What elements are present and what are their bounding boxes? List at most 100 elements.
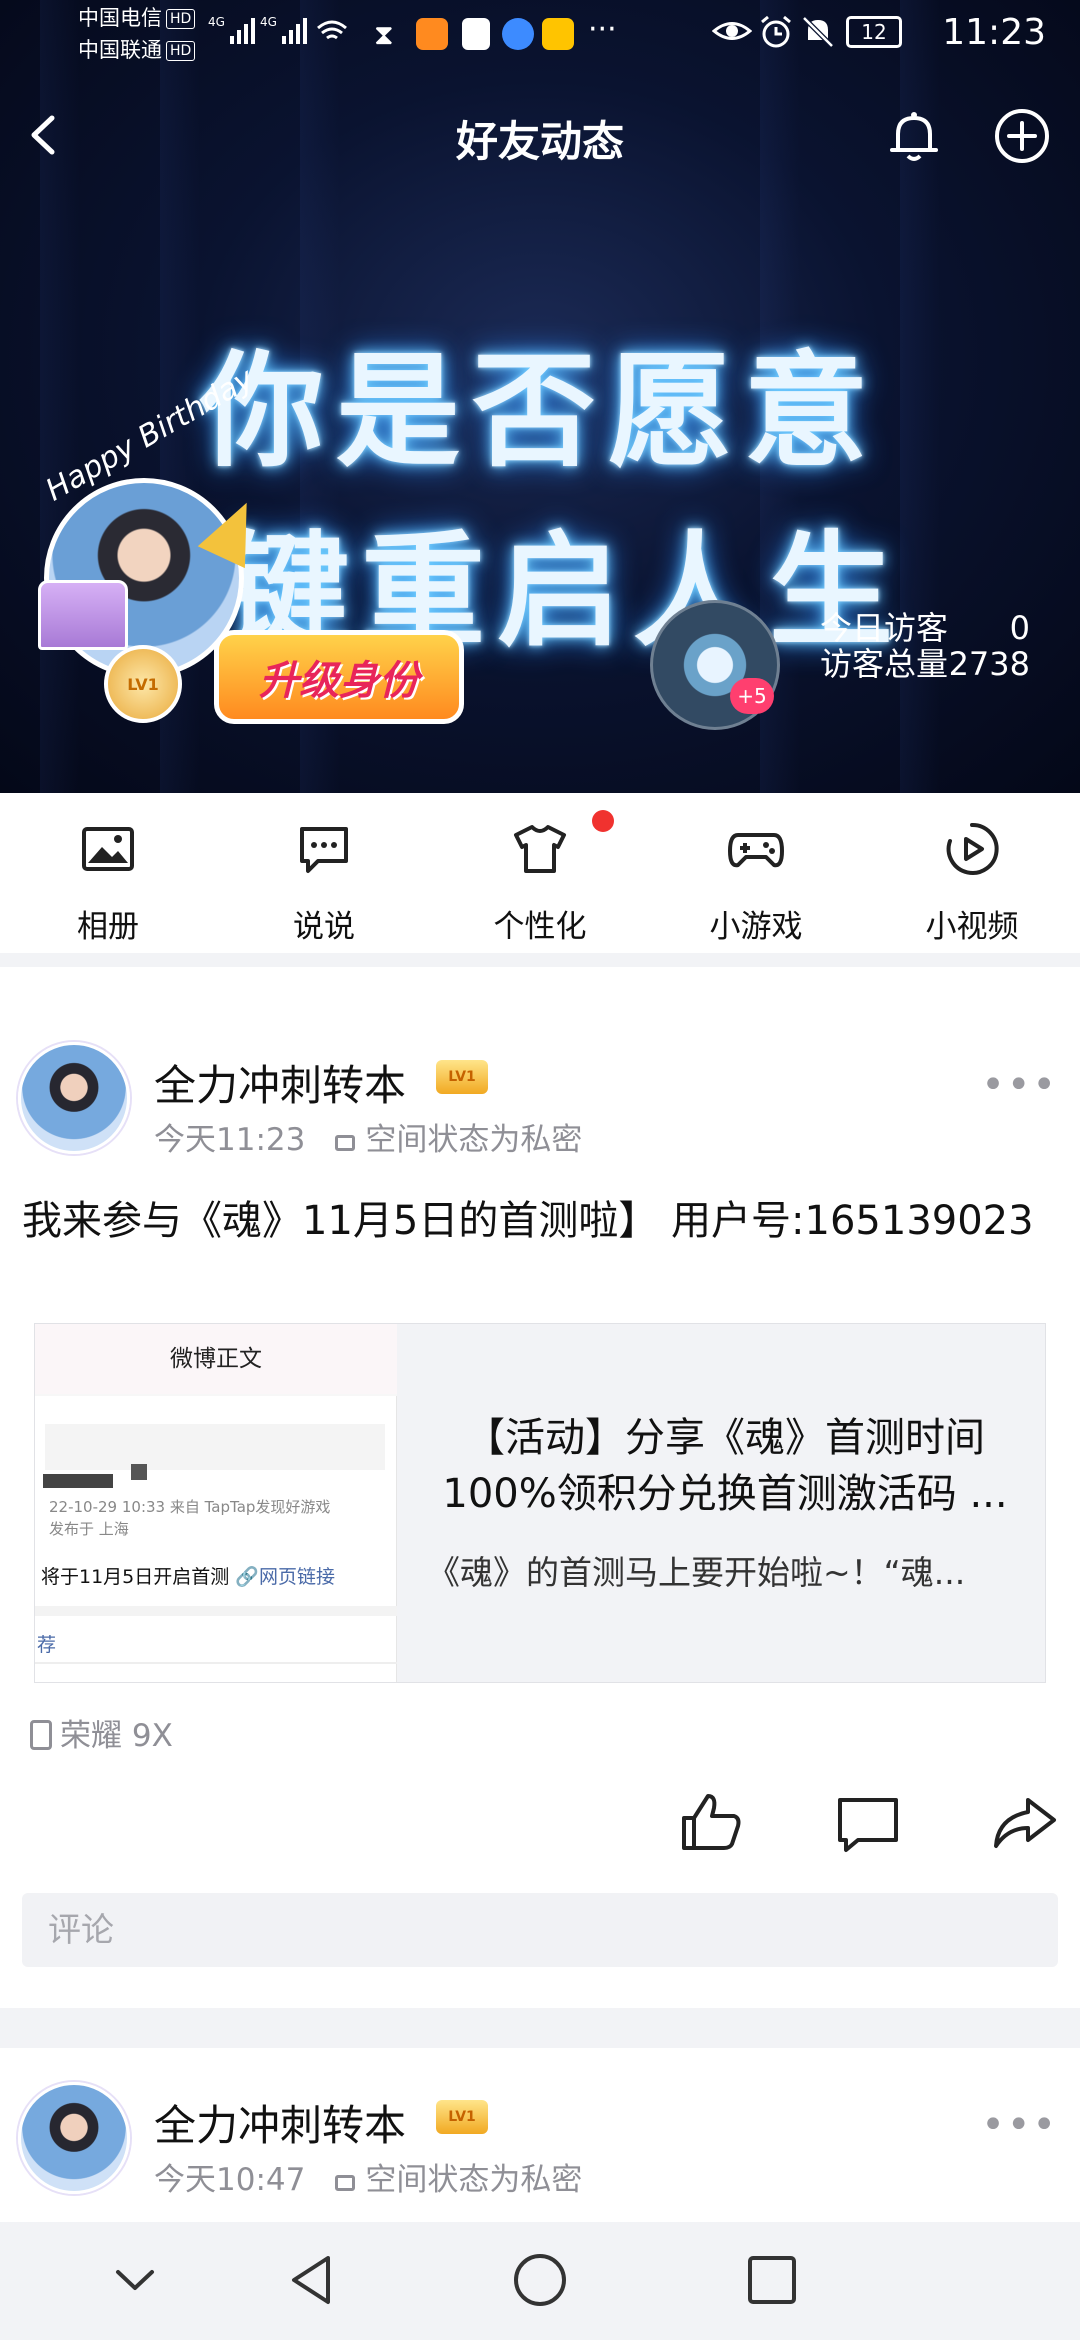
thumbnail-divider [35,1662,397,1664]
comment-button[interactable] [834,1788,904,1858]
bell-icon [890,112,938,161]
carrier-1-name: 中国电信 [78,6,162,30]
mute-bell-icon [800,14,836,54]
battery-icon: 12 [846,16,902,48]
shortcut-personalize-label: 个性化 [493,909,587,945]
post-meta: 今天11:23 空间状态为私密 [154,1114,582,1159]
triangle-back-icon [292,2256,330,2304]
post-more-button[interactable]: ••• [981,1062,1058,1108]
circle-home-icon [514,2254,566,2306]
thumbnail-link: 🔗网页链接 [235,1566,335,1588]
link-card-title: 【活动】分享《魂》首测时间100%领积分兑换首测激活码 ... [442,1415,1008,1517]
phone-icon [30,1720,52,1750]
post-body-text: 我来参与《魂》11月5日的首测啦】 用户号:165139023 [22,1198,1034,1244]
redacted-name [43,1474,113,1488]
shortcut-album[interactable]: 相册 [0,821,216,946]
level-badge[interactable]: LV1 [104,645,182,723]
visitors-today-value: 0 [1009,609,1030,647]
share-button[interactable] [990,1788,1060,1858]
hd-badge: HD [166,9,196,29]
thumbnail-blur-block [45,1424,385,1470]
shortcut-videos-label: 小视频 [925,909,1019,945]
post-device-name: 荣耀 9X [60,1718,173,1754]
thumbnail-recommend: 荐 [37,1634,57,1656]
shortcut-personalize[interactable]: 个性化 [432,821,648,946]
signal-icon: 4G 4G [208,14,358,54]
top-nav-bar: 好友动态 [0,88,1080,184]
eye-icon [711,14,753,52]
shortcut-games[interactable]: 小游戏 [648,821,864,946]
like-button[interactable] [676,1788,746,1858]
visitors-total-label: 访客总量 [820,645,949,683]
hourglass-icon: ⧗ [374,18,394,51]
post-more-button[interactable]: ••• [981,2102,1058,2148]
thumbnail-header: 微博正文 [35,1324,397,1394]
post-time: 今天10:47 [154,2162,306,2198]
shortcut-album-label: 相册 [77,909,139,945]
lock-icon [335,1135,356,1151]
app-notification-icon [542,18,574,50]
nav-recents-button[interactable] [744,2252,800,2312]
section-divider [0,2008,1080,2048]
post-privacy: 空间状态为私密 [365,2162,583,2198]
thumbnail-text: 将于11月5日开启首测 🔗网页链接 [41,1562,335,1589]
battery-level: 12 [861,20,887,44]
post-time: 今天11:23 [154,1122,306,1158]
post-privacy: 空间状态为私密 [365,1122,583,1158]
comment-icon [838,1798,898,1852]
svg-text:4G: 4G [208,15,225,29]
shortcut-shuoshuo[interactable]: 说说 [216,821,432,946]
svg-text:4G: 4G [260,15,277,29]
gamepad-icon [728,833,784,868]
chevron-down-icon [116,2270,154,2290]
post-author-name[interactable]: 全力冲刺转本 [154,2092,406,2153]
link-card-subtitle: 《魂》的首测马上要开始啦~！“魂... [427,1553,966,1592]
nav-home-button[interactable] [512,2252,568,2312]
notifications-button[interactable] [884,106,944,166]
thumbnail-meta: 22-10-29 10:33 来自 TapTap发现好游戏 [49,1498,331,1516]
add-post-button[interactable] [992,106,1052,166]
post-author-name[interactable]: 全力冲刺转本 [154,1052,406,1113]
comment-input[interactable]: 评论 [22,1893,1058,1967]
carrier-1: 中国电信 HD [78,6,196,30]
app-notification-icon [502,18,534,50]
alarm-icon [758,14,794,54]
lock-icon [335,2175,356,2191]
thumbnail-divider [35,1394,397,1396]
thumbnail-text-main: 将于11月5日开启首测 [41,1566,230,1588]
chat-bubble-icon [300,827,348,873]
carrier-2-name: 中国联通 [78,38,162,62]
shared-link-card[interactable]: 微博正文 22-10-29 10:33 来自 TapTap发现好游戏 发布于 上… [34,1323,1046,1683]
carrier-2: 中国联通 HD [78,38,196,62]
visitors-total-value: 2738 [948,645,1030,683]
hide-nav-button[interactable] [110,2260,160,2304]
shortcut-videos[interactable]: 小视频 [864,821,1080,946]
upgrade-identity-button[interactable]: 升级身份 [214,630,464,724]
visitors-total[interactable]: 访客总量 2738 [820,644,1040,684]
birthday-cake-decoration [38,580,128,650]
hd-badge: HD [166,41,196,61]
visitors-today[interactable]: 今日访客 0 [820,608,1040,648]
vip-level-badge[interactable]: LV1 [436,2100,488,2134]
share-arrow-icon [994,1798,1056,1848]
post-author-avatar[interactable] [18,2082,130,2194]
visitors-today-label: 今日访客 [820,609,949,647]
redacted-name [131,1464,147,1480]
banner-slogan-line1: 你是否愿意 [199,340,880,484]
shortcut-games-label: 小游戏 [709,909,803,945]
system-nav-bar [0,2222,1080,2340]
thumbs-up-icon [682,1794,741,1850]
square-recents-icon [748,2256,796,2304]
section-divider [0,953,1080,967]
visitor-count-badge: +5 [730,678,774,714]
app-notification-icon [416,18,448,50]
plus-circle-icon [995,109,1049,163]
link-thumbnail: 微博正文 22-10-29 10:33 来自 TapTap发现好游戏 发布于 上… [35,1324,397,1682]
nav-back-button[interactable] [284,2252,340,2312]
photo-album-icon [82,827,134,871]
vip-level-badge[interactable]: LV1 [436,1060,488,1094]
post-author-avatar[interactable] [18,1042,130,1154]
post-meta: 今天10:47 空间状态为私密 [154,2154,582,2199]
sim-alert-icon [462,18,490,50]
post-device: 荣耀 9X [30,1710,173,1755]
